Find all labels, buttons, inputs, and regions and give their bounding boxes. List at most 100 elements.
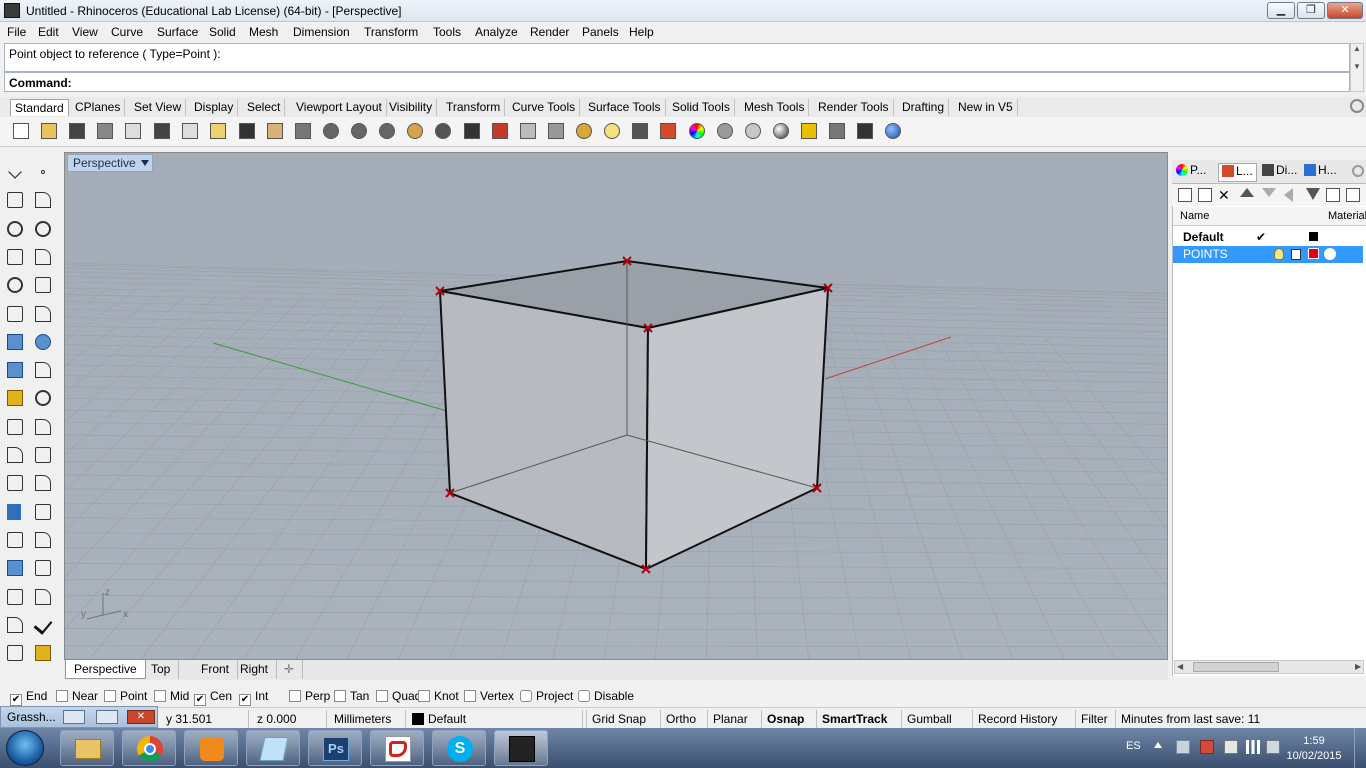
menu-analyze[interactable]: Analyze xyxy=(475,25,518,39)
open-file-icon[interactable] xyxy=(38,120,60,142)
explorer-taskbar-icon[interactable] xyxy=(60,730,114,766)
new-file-icon[interactable] xyxy=(10,120,32,142)
status-toggle-record-history[interactable]: Record History xyxy=(978,712,1057,726)
osnap-perp[interactable]: Perp xyxy=(289,689,330,703)
restore-icon[interactable] xyxy=(63,710,85,724)
toolbar-tab-select[interactable]: Select xyxy=(243,99,286,116)
render-preview-icon[interactable] xyxy=(770,120,792,142)
show-desktop-button[interactable] xyxy=(1354,728,1366,768)
status-toggle-smarttrack[interactable]: SmartTrack xyxy=(822,712,887,726)
point-icon[interactable] xyxy=(31,160,55,184)
toolbar-tab-drafting[interactable]: Drafting xyxy=(898,99,950,116)
media-player-taskbar-icon[interactable] xyxy=(184,730,238,766)
osnap-checkbox[interactable] xyxy=(289,690,301,702)
rebuild-icon[interactable] xyxy=(31,471,55,495)
status-y-coordinate[interactable]: y 31.501 xyxy=(166,712,212,726)
osnap-checkbox[interactable] xyxy=(154,690,166,702)
menu-file[interactable]: File xyxy=(7,25,26,39)
gear-icon[interactable] xyxy=(1350,99,1364,113)
start-button[interactable] xyxy=(6,730,44,766)
print-icon[interactable] xyxy=(94,120,116,142)
layer-material-icon[interactable] xyxy=(1324,248,1336,260)
osnap-checkbox[interactable]: ✔ xyxy=(239,694,251,706)
zoom-window-icon[interactable] xyxy=(348,120,370,142)
menu-tools[interactable]: Tools xyxy=(433,25,461,39)
skype-taskbar-icon[interactable]: S xyxy=(432,730,486,766)
zoom-dynamic-icon[interactable] xyxy=(320,120,342,142)
osnap-project[interactable]: Project xyxy=(520,689,573,703)
arc-icon[interactable] xyxy=(3,245,27,269)
menu-surface[interactable]: Surface xyxy=(157,25,198,39)
surface-icon[interactable] xyxy=(3,302,27,326)
project-icon[interactable] xyxy=(3,613,27,637)
rectangle-icon[interactable] xyxy=(31,245,55,269)
toolbar-tab-transform[interactable]: Transform xyxy=(442,99,506,116)
maximize-icon[interactable] xyxy=(96,710,118,724)
rhino-taskbar-icon[interactable] xyxy=(494,730,548,766)
command-line[interactable]: Command: xyxy=(4,72,1350,92)
four-viewports-icon[interactable] xyxy=(461,120,483,142)
menu-render[interactable]: Render xyxy=(530,25,569,39)
menu-view[interactable]: View xyxy=(72,25,98,39)
toolbar-tab-surface-tools[interactable]: Surface Tools xyxy=(584,99,666,116)
analyze-icon[interactable] xyxy=(3,641,27,665)
panel-horizontal-scrollbar[interactable]: ◀ ▶ xyxy=(1174,660,1364,674)
point-on-icon[interactable] xyxy=(573,120,595,142)
menu-solid[interactable]: Solid xyxy=(209,25,236,39)
toolbar-tab-curve-tools[interactable]: Curve Tools xyxy=(508,99,581,116)
layer-lock-icon[interactable] xyxy=(1291,249,1301,260)
render-sphere-icon[interactable] xyxy=(742,120,764,142)
color-wheel-icon[interactable] xyxy=(686,120,708,142)
minimize-button[interactable]: ▁ xyxy=(1267,2,1295,19)
filter-layers-icon[interactable] xyxy=(1306,188,1320,200)
new-sublayer-icon[interactable] xyxy=(1198,188,1212,202)
join-icon[interactable] xyxy=(31,443,55,467)
view-tab-perspective[interactable]: Perspective xyxy=(65,660,146,679)
menu-edit[interactable]: Edit xyxy=(38,25,59,39)
close-button[interactable]: ✕ xyxy=(1327,2,1363,19)
status-z-coordinate[interactable]: z 0.000 xyxy=(257,712,296,726)
toolbar-tab-display[interactable]: Display xyxy=(190,99,239,116)
menu-mesh[interactable]: Mesh xyxy=(249,25,278,39)
panel-tab-help[interactable]: H... xyxy=(1304,163,1337,182)
osnap-mid[interactable]: Mid xyxy=(154,689,189,703)
check-icon[interactable] xyxy=(31,613,55,637)
layer-row-points[interactable]: POINTS xyxy=(1173,246,1363,263)
tray-expand-icon[interactable] xyxy=(1154,742,1162,748)
menu-transform[interactable]: Transform xyxy=(364,25,418,39)
status-toggle-filter[interactable]: Filter xyxy=(1081,712,1108,726)
add-view-tab-icon[interactable]: ✛ xyxy=(276,660,304,679)
osnap-checkbox[interactable] xyxy=(578,690,590,702)
help-icon[interactable] xyxy=(882,120,904,142)
menu-panels[interactable]: Panels xyxy=(582,25,619,39)
toolbar-tab-new-in-v5[interactable]: New in V5 xyxy=(954,99,1018,116)
taskbar-clock[interactable]: 1:59 10/02/2015 xyxy=(1284,734,1344,764)
grid-array-icon[interactable] xyxy=(3,585,27,609)
cylinder-icon[interactable] xyxy=(3,358,27,382)
restore-button[interactable]: ❐ xyxy=(1297,2,1325,19)
osnap-checkbox[interactable] xyxy=(56,690,68,702)
layer-properties-icon[interactable] xyxy=(1326,188,1340,202)
menu-curve[interactable]: Curve xyxy=(111,25,143,39)
tray-network-icon[interactable] xyxy=(1176,740,1190,754)
osnap-cen[interactable]: ✔ Cen xyxy=(194,689,232,706)
align-icon[interactable] xyxy=(31,585,55,609)
layer-visible-bulb-icon[interactable] xyxy=(1274,248,1284,260)
osnap-checkbox[interactable] xyxy=(104,690,116,702)
osnap-checkbox[interactable]: ✔ xyxy=(10,694,22,706)
osnap-point[interactable]: Point xyxy=(104,689,147,703)
trim-icon[interactable] xyxy=(3,415,27,439)
menu-dimension[interactable]: Dimension xyxy=(293,25,350,39)
move-left-icon[interactable] xyxy=(1284,188,1293,202)
curve-icon[interactable] xyxy=(31,188,55,212)
view-tab-right[interactable]: Right xyxy=(232,660,278,679)
grasshopper-window-button[interactable]: Grassh... ✕ xyxy=(0,706,158,728)
notes-taskbar-icon[interactable] xyxy=(246,730,300,766)
import-icon[interactable] xyxy=(122,120,144,142)
new-layer-icon[interactable] xyxy=(1178,188,1192,202)
extrude-icon[interactable] xyxy=(31,358,55,382)
layer-row-default[interactable]: Default ✔ xyxy=(1173,229,1363,246)
paste-icon[interactable] xyxy=(207,120,229,142)
boolean-icon[interactable] xyxy=(31,386,55,410)
select-arrow-icon[interactable] xyxy=(3,160,27,184)
